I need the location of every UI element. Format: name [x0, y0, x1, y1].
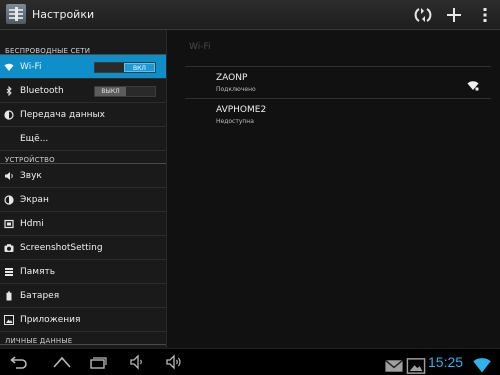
- storage-icon: [4, 267, 14, 277]
- network-ssid: ZAONP: [216, 73, 248, 83]
- sidebar-item-label: Bluetooth: [20, 86, 64, 96]
- section-header-device: УСТРОЙСТВО: [0, 151, 166, 164]
- speaker-icon: [4, 171, 14, 181]
- sidebar-item-data-usage[interactable]: Передача данных: [0, 103, 166, 127]
- toggle-state: ВЫКЛ: [95, 87, 126, 96]
- volume-down-icon[interactable]: [128, 352, 148, 372]
- sidebar-item-label: Батарея: [20, 291, 60, 301]
- network-ssid: AVPHOME2: [216, 105, 267, 115]
- wifi-status-icon: [472, 355, 491, 373]
- recent-apps-icon[interactable]: [88, 352, 108, 372]
- back-icon[interactable]: [8, 352, 28, 372]
- sidebar-item-more[interactable]: Ещё...: [0, 127, 166, 151]
- sidebar-item-label: ScreenshotSetting: [20, 243, 103, 253]
- settings-icon[interactable]: [6, 4, 26, 24]
- clock: 15:25: [428, 354, 464, 370]
- wifi-toggle[interactable]: ВКЛ: [94, 62, 156, 73]
- section-header-wireless: БЕСПРОВОДНЫЕ СЕТИ: [0, 42, 166, 55]
- toggle-state: ВКЛ: [124, 63, 155, 72]
- panel-header: Wi-Fi: [189, 42, 211, 52]
- data-usage-icon[interactable]: [412, 4, 434, 26]
- page-title: Настройки: [32, 8, 95, 21]
- action-bar: Настройки: [0, 0, 500, 30]
- volume-up-icon[interactable]: [164, 352, 184, 372]
- sidebar-item-bluetooth[interactable]: Bluetooth ВЫКЛ: [0, 79, 166, 103]
- add-icon[interactable]: [443, 4, 465, 26]
- network-item[interactable]: ZAONP Подключено: [185, 66, 491, 98]
- sidebar-item-label: Приложения: [20, 315, 81, 325]
- sidebar-item-sound[interactable]: Звук: [0, 164, 166, 188]
- sidebar-item-label: Звук: [20, 171, 42, 181]
- wifi-icon: [4, 62, 14, 72]
- sidebar-item-label: Hdmi: [20, 219, 44, 229]
- email-icon[interactable]: [384, 356, 404, 372]
- sidebar-item-screenshot[interactable]: ScreenshotSetting: [0, 236, 166, 260]
- network-status: Подключено: [216, 86, 256, 93]
- hdmi-icon: [4, 219, 14, 229]
- network-item[interactable]: AVPHOME2 Недоступна: [185, 98, 491, 130]
- sidebar-item-display[interactable]: Экран: [0, 188, 166, 212]
- settings-list: БЕСПРОВОДНЫЕ СЕТИ Wi-Fi ВКЛ Bluetooth ВЫ…: [0, 30, 166, 348]
- sidebar-item-battery[interactable]: Батарея: [0, 284, 166, 308]
- battery-icon: [4, 291, 14, 301]
- sidebar-item-label: Экран: [20, 195, 49, 205]
- gallery-icon[interactable]: [406, 356, 426, 374]
- sidebar-item-hdmi[interactable]: Hdmi: [0, 212, 166, 236]
- wifi-panel: Wi-Fi ZAONP Подключено AVPHOME2 Недоступ…: [166, 30, 500, 348]
- sidebar-item-wifi[interactable]: Wi-Fi ВКЛ: [0, 55, 166, 79]
- bluetooth-icon: [4, 86, 14, 96]
- network-status: Недоступна: [216, 118, 254, 125]
- bluetooth-toggle[interactable]: ВЫКЛ: [94, 86, 156, 97]
- section-header-personal: ЛИЧНЫЕ ДАННЫЕ: [0, 332, 166, 345]
- brightness-icon: [4, 195, 14, 205]
- navigation-bar: 15:25: [0, 348, 500, 375]
- sidebar-item-storage[interactable]: Память: [0, 260, 166, 284]
- home-icon[interactable]: [52, 352, 72, 372]
- overflow-menu-icon[interactable]: [474, 4, 496, 26]
- data-usage-icon: [4, 110, 14, 120]
- sidebar-item-label: Wi-Fi: [20, 62, 42, 72]
- sidebar-item-label: Ещё...: [20, 134, 49, 144]
- camera-icon: [4, 243, 14, 253]
- wifi-signal-icon: [467, 76, 479, 91]
- sidebar-item-apps[interactable]: Приложения: [0, 308, 166, 332]
- sidebar-item-label: Память: [20, 267, 56, 277]
- apps-icon: [4, 315, 14, 325]
- sidebar-item-label: Передача данных: [20, 110, 105, 120]
